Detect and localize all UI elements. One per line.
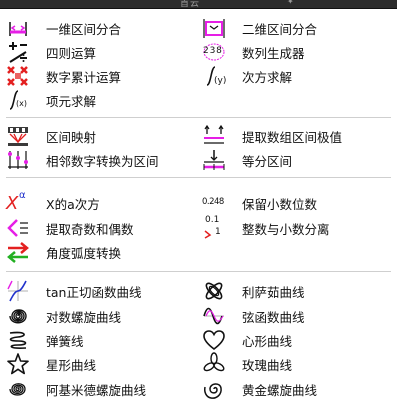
menu-item-equal-divide[interactable]: 等分区间 xyxy=(202,148,292,172)
menu-item-2d-interval-split[interactable]: 二维区间分合 xyxy=(202,16,317,40)
menu-item-int-frac-split[interactable]: 0.1 1 整数与小数分离 xyxy=(202,215,330,240)
separator xyxy=(6,177,391,178)
heart-icon xyxy=(202,328,226,352)
spring-icon xyxy=(6,328,30,352)
interval-mapping-icon xyxy=(6,124,30,148)
x-power-icon-sup: α xyxy=(19,190,26,201)
keep-decimals-icon: 0.248 xyxy=(202,191,228,215)
menu-label: 整数与小数分离 xyxy=(242,221,330,237)
sine-curve-icon xyxy=(202,304,226,328)
svg-text:(y): (y) xyxy=(214,76,226,86)
menu-label: 提取奇数和偶数 xyxy=(46,221,134,237)
menu-label: 一维区间分合 xyxy=(46,21,122,37)
menu-item-1d-interval-split[interactable]: 一维区间分合 xyxy=(6,16,121,40)
menu-label: 四则运算 xyxy=(46,45,97,61)
menu-label: 提取数组区间极值 xyxy=(242,129,343,145)
menu-item-lissajous[interactable]: 利萨茹曲线 xyxy=(202,279,305,303)
menu-label: 角度弧度转换 xyxy=(46,245,122,261)
menu-label: 黄金螺旋曲线 xyxy=(242,382,318,398)
window-title: 首云 xyxy=(180,0,201,9)
sequence-icon-text: 2 3 8 xyxy=(203,46,222,56)
pin-icon[interactable]: ✦ xyxy=(287,0,294,6)
keep-decimals-icon-text: 0.248 xyxy=(202,197,224,207)
menu-item-power-solve[interactable]: (y) 次方求解 xyxy=(202,64,292,88)
int-frac-icon: 0.1 1 xyxy=(202,215,226,240)
log-spiral-icon xyxy=(6,304,30,328)
menu-label: 次方求解 xyxy=(242,69,293,85)
adjacent-interval-icon xyxy=(6,148,30,172)
menu-label: 玫瑰曲线 xyxy=(242,357,293,373)
angle-radian-icon xyxy=(6,240,30,264)
menu-label: 等分区间 xyxy=(242,153,293,169)
menu-label: 区间映射 xyxy=(46,129,97,145)
menu-label: 阿基米德螺旋曲线 xyxy=(46,382,147,398)
title-bar[interactable]: 首云 ✦ xyxy=(0,0,397,9)
separator xyxy=(6,117,391,118)
menu-item-star-curve[interactable]: 星形曲线 xyxy=(6,352,96,376)
menu-item-tan-curve[interactable]: tan正切函数曲线 xyxy=(6,279,141,303)
menu-item-extract-extremes[interactable]: 提取数组区间极值 xyxy=(202,124,342,148)
arithmetic-icon xyxy=(6,40,30,64)
menu-item-odd-even[interactable]: 提取奇数和偶数 xyxy=(6,216,134,240)
menu-label: 对数螺旋曲线 xyxy=(46,309,122,325)
odd-even-icon xyxy=(6,216,30,240)
archimedes-spiral-icon xyxy=(6,377,30,401)
menu-label: 弹簧线 xyxy=(46,333,84,349)
menu-label: 数列生成器 xyxy=(242,45,305,61)
rose-icon xyxy=(202,352,226,376)
term-solve-icon: (x) xyxy=(6,88,30,112)
menu-item-adjacent-to-interval[interactable]: 相邻数字转换为区间 xyxy=(6,148,159,172)
menu-label: 星形曲线 xyxy=(46,357,97,373)
menu-item-golden-spiral[interactable]: 黄金螺旋曲线 xyxy=(202,377,317,401)
separator xyxy=(6,271,391,272)
menu-label: 利萨茹曲线 xyxy=(242,284,305,300)
power-solve-icon: (y) xyxy=(202,64,226,88)
menu-label: 相邻数字转换为区间 xyxy=(46,153,159,169)
sequence-icon: 2 3 8 xyxy=(202,40,226,64)
menu-item-arithmetic[interactable]: 四则运算 xyxy=(6,40,96,64)
svg-text:(x): (x) xyxy=(16,99,27,108)
interval-2d-icon xyxy=(202,16,226,40)
menu-item-cumulative-ops[interactable]: 数字累计运算 xyxy=(6,64,121,88)
menu-item-heart-curve[interactable]: 心形曲线 xyxy=(202,328,292,352)
x-power-icon-x: X xyxy=(6,193,19,214)
menu-item-sine-curve[interactable]: 弦函数曲线 xyxy=(202,304,305,328)
menu-item-archimedes-spiral[interactable]: 阿基米德螺旋曲线 xyxy=(6,377,146,401)
int-frac-icon-bot: 1 xyxy=(215,227,221,237)
lissajous-icon xyxy=(202,279,226,303)
menu-label: X的a次方 xyxy=(46,196,100,212)
golden-spiral-icon xyxy=(202,377,226,401)
menu-label: tan正切函数曲线 xyxy=(46,284,142,300)
menu-item-keep-decimals[interactable]: 0.248 保留小数位数 xyxy=(202,191,317,215)
menu-label: 数字累计运算 xyxy=(46,69,122,85)
menu-label: 保留小数位数 xyxy=(242,196,318,212)
menu-item-angle-radian[interactable]: 角度弧度转换 xyxy=(6,240,121,264)
menu-item-spring[interactable]: 弹簧线 xyxy=(6,328,84,352)
tan-curve-icon xyxy=(6,279,30,303)
menu-label: 二维区间分合 xyxy=(242,21,318,37)
menu-item-term-solve[interactable]: (x) 项元求解 xyxy=(6,88,96,112)
interval-1d-icon xyxy=(6,16,30,40)
menu-label: 弦函数曲线 xyxy=(242,309,305,325)
menu-item-x-power-a[interactable]: X α X的a次方 xyxy=(6,190,100,215)
x-power-icon: X α xyxy=(6,190,30,215)
equal-divide-icon xyxy=(202,148,226,172)
menu-item-sequence-generator[interactable]: 2 3 8 数列生成器 xyxy=(202,40,305,64)
cumulative-icon xyxy=(6,64,30,88)
menu-item-log-spiral[interactable]: 对数螺旋曲线 xyxy=(6,304,121,328)
menu-item-rose-curve[interactable]: 玫瑰曲线 xyxy=(202,352,292,376)
menu-label: 项元求解 xyxy=(46,93,97,109)
menu-item-interval-mapping[interactable]: 区间映射 xyxy=(6,124,96,148)
menu-label: 心形曲线 xyxy=(242,333,293,349)
extremes-icon xyxy=(202,124,226,148)
star-icon xyxy=(6,352,30,376)
